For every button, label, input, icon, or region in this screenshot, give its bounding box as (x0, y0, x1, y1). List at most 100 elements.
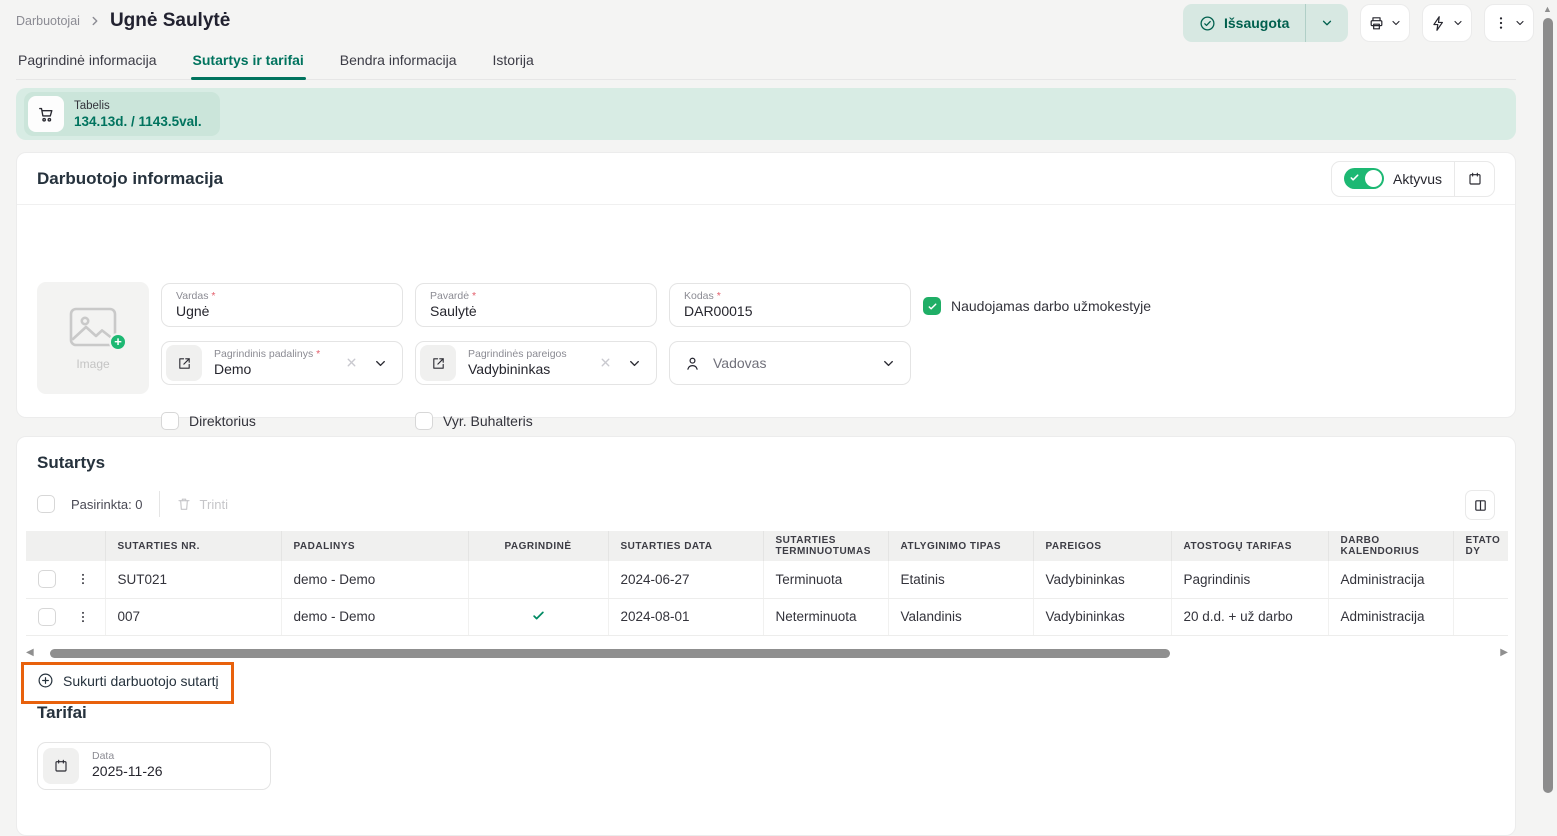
scroll-up-icon[interactable]: ▲ (1543, 4, 1552, 14)
external-link-icon[interactable] (166, 345, 202, 381)
director-label: Direktorius (189, 413, 256, 429)
chevron-down-icon (1514, 17, 1526, 29)
select-all-checkbox[interactable] (37, 495, 55, 513)
cell-terminuotumas: Terminuota (763, 561, 888, 598)
cart-icon (28, 96, 64, 132)
used-in-payroll-checkbox[interactable]: Naudojamas darbo užmokestyje (923, 297, 1151, 315)
active-calendar-button[interactable] (1454, 162, 1494, 196)
row-kebab-icon[interactable] (74, 608, 92, 626)
required-asterisk: * (472, 290, 476, 302)
cell-etato-dydis (1453, 598, 1508, 635)
image-placeholder-icon: + (67, 305, 119, 349)
breadcrumb-parent-link[interactable]: Darbuotojai (16, 14, 80, 28)
tab-bar: Pagrindinė informacija Sutartys ir tarif… (16, 46, 1516, 80)
scrollbar-track[interactable] (40, 649, 1494, 658)
main-department-value: Demo (214, 361, 388, 377)
scrollbar-thumb[interactable] (1543, 18, 1553, 793)
chevron-down-icon[interactable] (881, 356, 896, 371)
clear-x-icon[interactable] (599, 356, 612, 369)
cell-darbo-kalendorius: Administracija (1328, 561, 1453, 598)
table-row: 007 demo - Demo 2024-08-01 Neterminuota … (26, 598, 1508, 635)
person-icon (684, 355, 701, 372)
cell-atostogu-tarifas: 20 d.d. + už darbo (1171, 598, 1328, 635)
scroll-left-icon[interactable]: ◀ (26, 648, 40, 658)
director-checkbox[interactable]: Direktorius (161, 412, 256, 430)
timesheet-banner: Tabelis 134.13d. / 1143.5val. (16, 88, 1516, 140)
calendar-icon[interactable] (43, 748, 79, 784)
saved-dropdown-button[interactable] (1305, 4, 1348, 42)
last-name-label: Pavardė (430, 290, 469, 302)
chevron-down-icon[interactable] (373, 356, 388, 371)
kebab-icon (1493, 15, 1509, 31)
clear-x-icon[interactable] (345, 356, 358, 369)
timesheet-card[interactable]: Tabelis 134.13d. / 1143.5val. (24, 92, 220, 136)
tab-sutartys-ir-tarifai[interactable]: Sutartys ir tarifai (191, 46, 306, 79)
tab-pagrindine-informacija[interactable]: Pagrindinė informacija (16, 46, 159, 79)
code-value: DAR00015 (684, 303, 896, 319)
code-field[interactable]: Kodas * DAR00015 (669, 283, 911, 327)
table-horizontal-scrollbar[interactable]: ◀ ▶ (26, 647, 1508, 659)
main-position-select[interactable]: Pagrindinės pareigos Vadybininkas (415, 341, 657, 385)
contracts-toolbar: Pasirinkta: 0 Trinti (37, 491, 228, 517)
page-vertical-scrollbar[interactable]: ▲ (1541, 0, 1555, 801)
print-button[interactable] (1360, 4, 1410, 42)
columns-icon (1473, 498, 1488, 513)
first-name-field[interactable]: Vardas * Ugnė (161, 283, 403, 327)
tab-bendra-informacija[interactable]: Bendra informacija (338, 46, 459, 79)
row-kebab-icon[interactable] (74, 570, 92, 588)
table-header-row: SUTARTIES NR. PADALINYS PAGRINDINĖ SUTAR… (26, 531, 1508, 561)
scroll-right-icon[interactable]: ▶ (1494, 648, 1508, 658)
toolbar-divider (159, 491, 160, 517)
more-menu-button[interactable] (1484, 4, 1534, 42)
selected-count-label: Pasirinkta: 0 (71, 497, 143, 512)
last-name-field[interactable]: Pavardė * Saulytė (415, 283, 657, 327)
manager-select[interactable]: Vadovas (669, 341, 911, 385)
last-name-value: Saulytė (430, 303, 642, 319)
column-settings-button[interactable] (1465, 490, 1495, 520)
tab-istorija[interactable]: Istorija (491, 46, 536, 79)
chief-accountant-checkbox[interactable]: Vyr. Buhalteris (415, 412, 533, 430)
scrollbar-thumb[interactable] (50, 649, 1170, 658)
col-atostogu-tarifas: ATOSTOGŲ TARIFAS (1171, 531, 1328, 561)
create-contract-button[interactable]: Sukurti darbuotojo sutartį (37, 672, 219, 689)
cell-atlyginimo-tipas: Valandinis (888, 598, 1033, 635)
col-sutarties-data: SUTARTIES DATA (608, 531, 763, 561)
contracts-panel: Sutartys Pasirinkta: 0 Trinti SUTARTIES … (16, 436, 1516, 836)
cell-atostogu-tarifas: Pagrindinis (1171, 561, 1328, 598)
external-link-icon[interactable] (420, 345, 456, 381)
cell-padalinys: demo - Demo (281, 561, 468, 598)
first-name-label: Vardas (176, 290, 209, 302)
tariff-date-label: Data (92, 750, 256, 762)
printer-icon (1368, 15, 1385, 32)
active-toggle-group: Aktyvus (1331, 161, 1495, 197)
timesheet-value: 134.13d. / 1143.5val. (74, 114, 202, 129)
add-photo-plus-icon[interactable]: + (109, 333, 127, 351)
table-row: SUT021 demo - Demo 2024-06-27 Terminuota… (26, 561, 1508, 598)
cell-etato-dydis (1453, 561, 1508, 598)
checkbox-checked-icon (923, 297, 941, 315)
saved-button[interactable]: Išsaugota (1183, 4, 1348, 42)
col-pagrindine: PAGRINDINĖ (468, 531, 608, 561)
chevron-down-icon[interactable] (627, 356, 642, 371)
cell-pagrindine (468, 598, 608, 635)
lightning-icon (1430, 15, 1447, 32)
image-placeholder-label: Image (76, 357, 109, 371)
header-actions: Išsaugota (1183, 4, 1534, 42)
chevron-down-icon (1452, 17, 1464, 29)
delete-button[interactable]: Trinti (176, 496, 228, 512)
main-position-value: Vadybininkas (468, 361, 642, 377)
active-toggle[interactable]: Aktyvus (1332, 162, 1454, 196)
main-department-select[interactable]: Pagrindinis padalinys * Demo (161, 341, 403, 385)
cell-atlyginimo-tipas: Etatinis (888, 561, 1033, 598)
chevron-down-icon (1390, 17, 1402, 29)
saved-button-label: Išsaugota (1224, 15, 1289, 31)
cell-sutarties-data: 2024-06-27 (608, 561, 763, 598)
employee-photo-upload[interactable]: + Image (37, 282, 149, 394)
tariff-date-field[interactable]: Data 2025-11-26 (37, 742, 271, 790)
manager-placeholder: Vadovas (713, 355, 766, 371)
main-department-label: Pagrindinis padalinys (214, 348, 313, 360)
row-checkbox[interactable] (38, 608, 56, 626)
quick-actions-button[interactable] (1422, 4, 1472, 42)
tariffs-title: Tarifai (37, 703, 87, 723)
row-checkbox[interactable] (38, 570, 56, 588)
